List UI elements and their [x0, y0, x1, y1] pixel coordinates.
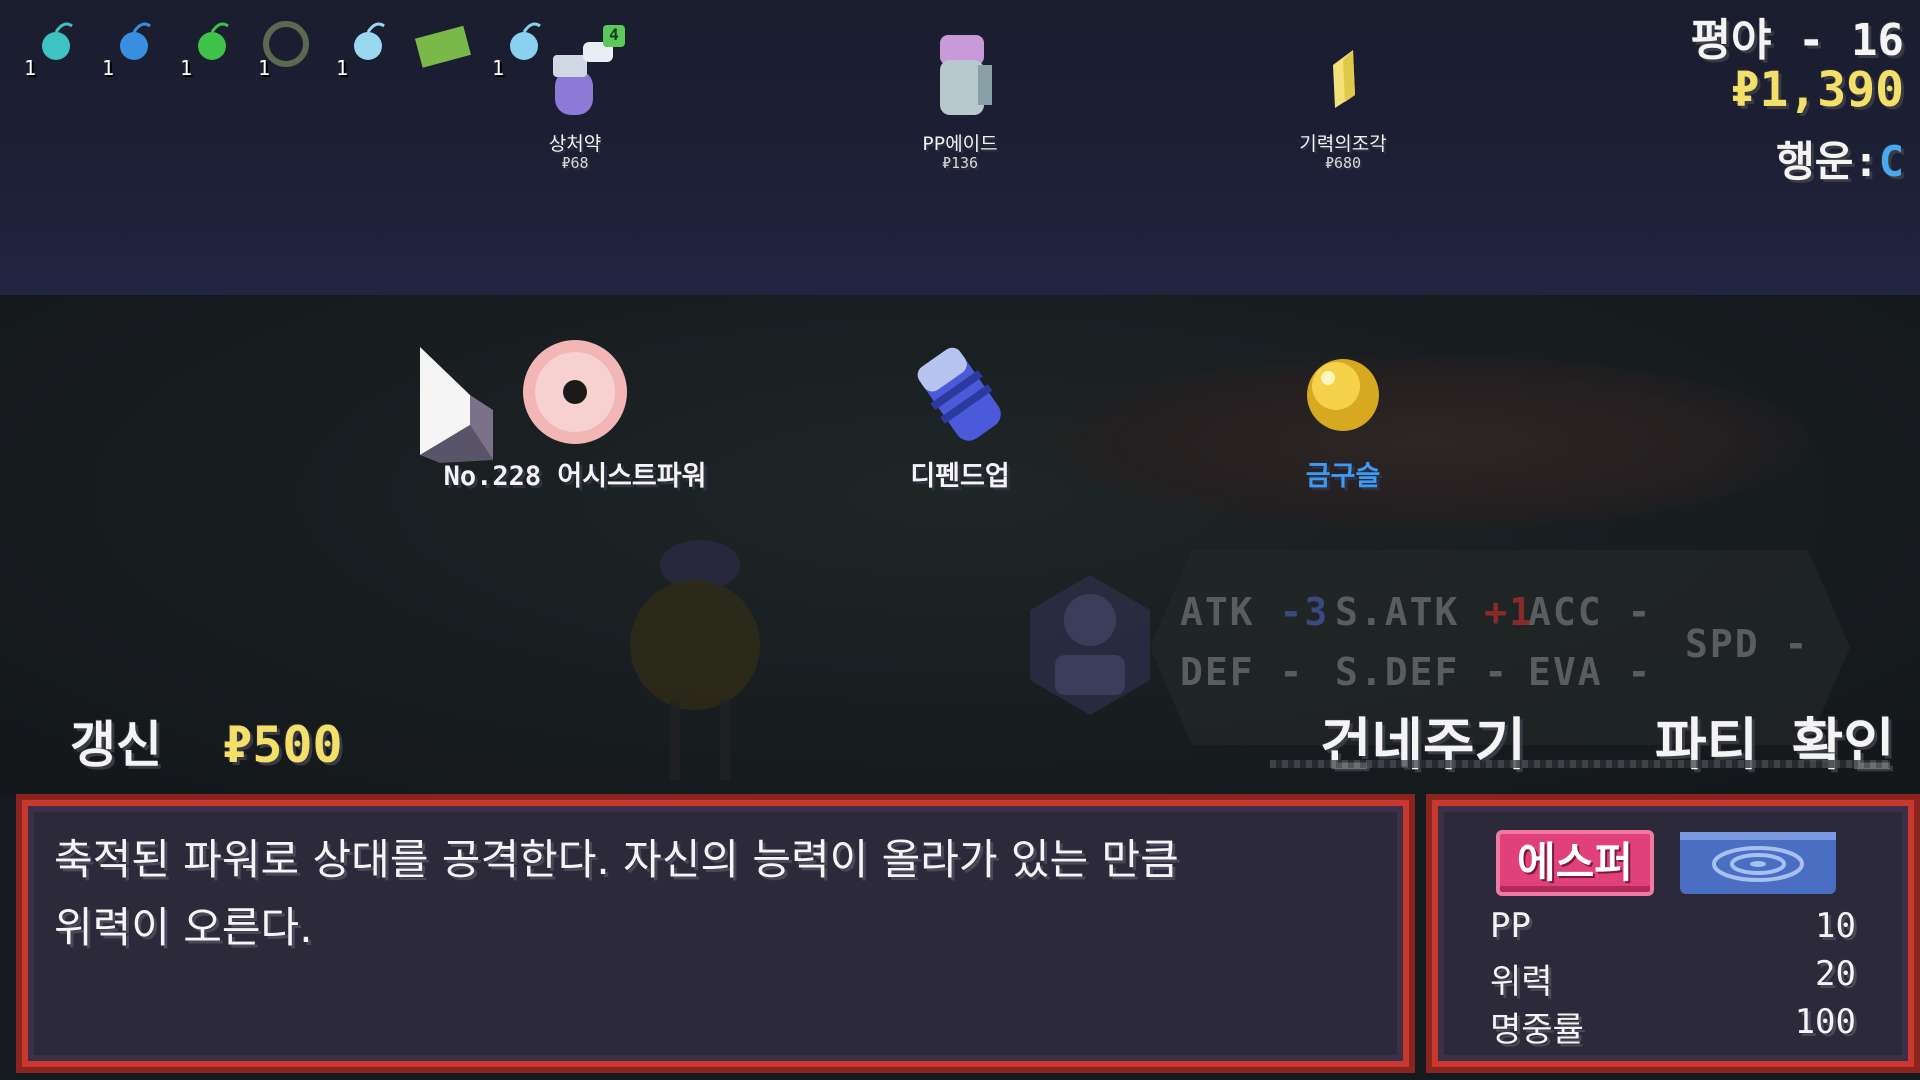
stat-acc: ACC - [1528, 590, 1653, 634]
accuracy-label: 명중률 [1490, 1010, 1584, 1050]
reroll-label: 갱신 [70, 716, 162, 774]
potion-quantity-badge: 4 [609, 25, 619, 44]
stat-sdef: S.DEF - [1335, 650, 1510, 694]
held-item-3[interactable]: 1 [176, 12, 240, 80]
shop-item-name: 상처약 [548, 133, 602, 155]
held-item-count: 1 [258, 56, 271, 80]
held-item-count: 1 [24, 56, 37, 80]
reward-gold-orb[interactable]: 금구슬 [1178, 340, 1508, 493]
gold-orb-icon [1307, 359, 1379, 431]
money-counter: ₽1,390 [1730, 62, 1904, 118]
shop-item-potion[interactable]: 4 상처약 ₽68 [475, 20, 675, 172]
location-label: 평야 - 16 [1690, 15, 1904, 66]
shop-item-name: 기력의조각 [1299, 133, 1387, 155]
reward-x-defense[interactable]: 디펜드업 [795, 340, 1125, 493]
pp-ade-icon [940, 35, 992, 115]
reroll-button[interactable]: 갱신 ₽500 [70, 705, 343, 777]
revive-shard-icon [1333, 50, 1355, 108]
shop-item-name: PP에이드 [922, 133, 998, 155]
shop-item-price: ₽68 [561, 154, 589, 172]
map-scroll-icon [414, 25, 471, 68]
description-line-1: 축적된 파워로 상대를 공격한다. 자신의 능력이 올라가 있는 만큼 [54, 835, 1179, 884]
player-pokemon-sprite [630, 540, 760, 780]
reward-name: No.228 어시스트파워 [443, 461, 707, 492]
reroll-cost: ₽500 [222, 716, 343, 774]
move-description-panel: 축적된 파워로 상대를 공격한다. 자신의 능력이 올라가 있는 만큼 위력이 … [22, 800, 1409, 1067]
held-item-count: 1 [180, 56, 193, 80]
potion-spray-icon [553, 25, 625, 115]
pp-value: 10 [1815, 906, 1856, 946]
stat-def: DEF - [1180, 650, 1305, 694]
power-label: 위력 [1490, 962, 1553, 1002]
description-line-2: 위력이 오른다. [54, 903, 313, 952]
transfer-button[interactable]: 건네주기 [1320, 700, 1526, 781]
reward-tm-assist-power[interactable]: No.228 어시스트파워 [410, 340, 740, 493]
underline-divider [1270, 760, 1890, 768]
shop-item-pp-ade[interactable]: PP에이드 ₽136 [860, 20, 1060, 172]
held-item-6[interactable] [410, 12, 474, 76]
reward-name: 금구슬 [1305, 461, 1381, 492]
special-category-icon [1680, 832, 1836, 894]
luck-label: 행운: [1776, 137, 1879, 186]
held-item-4[interactable]: 1 [254, 12, 318, 80]
power-value: 20 [1815, 954, 1856, 994]
shop-item-revive-shard[interactable]: 기력의조각 ₽680 [1243, 20, 1443, 172]
tm-disc-icon [523, 340, 627, 444]
stat-satk: S.ATK +1 [1335, 590, 1535, 634]
check-party-button[interactable]: 파티 확인 [1655, 700, 1895, 781]
shop-item-price: ₽136 [941, 154, 979, 172]
x-defense-icon [917, 347, 1001, 441]
stat-eva: EVA - [1528, 650, 1653, 694]
luck-value: C [1878, 137, 1904, 186]
held-item-5[interactable]: 1 [332, 12, 396, 80]
luck-indicator: 행운:C [1776, 128, 1904, 189]
held-item-1[interactable]: 1 [20, 12, 84, 80]
stat-spd: SPD - [1685, 622, 1810, 666]
held-item-count: 1 [102, 56, 115, 80]
accuracy-value: 100 [1794, 1002, 1856, 1042]
held-item-count: 1 [336, 56, 349, 80]
reward-name: 디펜드업 [910, 461, 1010, 492]
held-item-2[interactable]: 1 [98, 12, 162, 80]
enemy-portrait-icon [1030, 575, 1150, 715]
pp-label: PP [1490, 906, 1531, 946]
shop-item-price: ₽680 [1324, 154, 1362, 172]
move-type-badge: 에스퍼 [1496, 830, 1654, 896]
move-info-panel: 에스퍼 PP 10 위력 20 명중률 100 [1432, 800, 1914, 1067]
stat-atk: ATK -3 [1180, 590, 1330, 634]
